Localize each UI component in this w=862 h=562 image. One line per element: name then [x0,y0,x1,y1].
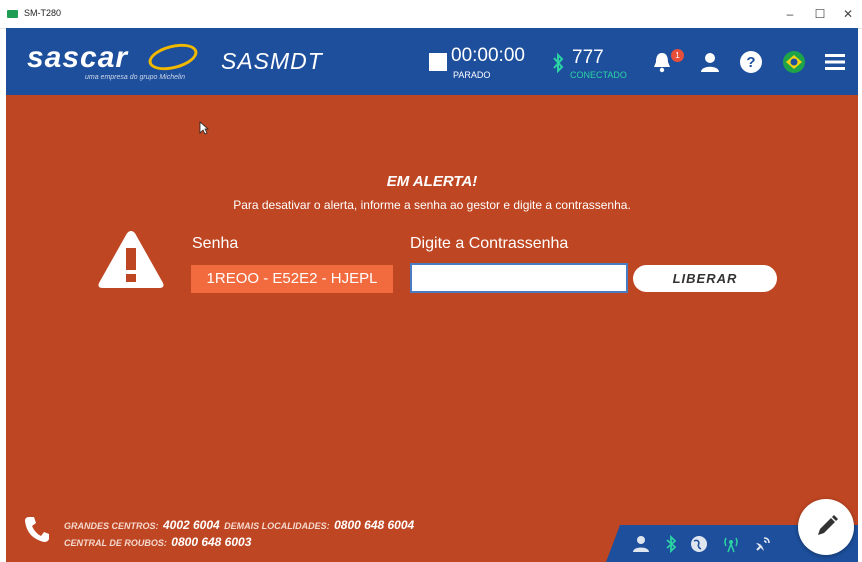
demais-localidades-label: DEMAIS LOCALIDADES: [224,521,330,531]
satellite-status-icon [756,537,770,551]
central-roubos-number: 0800 648 6003 [171,535,252,549]
mouse-cursor-icon [199,121,209,135]
grandes-centros-label: GRANDES CENTROS: [64,521,159,531]
window-title: SM-T280 [24,8,62,18]
connection-value: 777 [572,47,604,68]
timer-value: 00:00:00 [451,45,525,66]
contacts-info: GRANDES CENTROS: 4002 6004 DEMAIS LOCALI… [64,517,414,551]
alert-message: Para desativar o alerta, informe a senha… [233,198,631,212]
edit-fab-button[interactable] [798,499,854,555]
stop-timer-icon[interactable] [429,53,447,71]
contrassenha-label: Digite a Contrassenha [410,235,569,252]
warning-icon [98,231,164,288]
bluetooth-status-icon [666,535,677,553]
sascar-logo: sascar uma empresa do grupo Michelin [27,39,207,89]
logo-ring-icon [145,39,201,75]
app-window-icon [7,10,18,18]
alert-panel: EM ALERTA! Para desativar o alerta, info… [6,95,858,562]
phone-icon [25,517,49,542]
close-button[interactable]: ✕ [836,6,860,22]
window-title-bar: SM-T280 – ☐ ✕ [0,0,862,29]
user-icon[interactable] [698,50,722,74]
alert-title: EM ALERTA! [386,173,478,190]
contrassenha-input[interactable] [410,263,628,293]
logo-subtitle: uma empresa do grupo Michelin [85,74,185,81]
demais-localidades-number: 0800 648 6004 [334,518,415,532]
grandes-centros-number: 4002 6004 [162,518,220,532]
brazil-flag-icon[interactable] [782,50,806,74]
notification-badge: 1 [671,49,684,62]
antenna-status-icon [724,537,738,553]
globe-status-icon [691,536,707,552]
central-roubos-label: CENTRAL DE ROUBOS: [64,538,167,548]
svg-text:?: ? [746,54,755,71]
maximize-button[interactable]: ☐ [808,6,832,22]
app-name: SASMDT [221,48,323,74]
connection-status: CONECTADO [570,70,627,80]
senha-value: 1REOO - E52E2 - HJEPL [191,265,393,293]
menu-icon[interactable] [823,50,847,74]
app-header: sascar uma empresa do grupo Michelin SAS… [6,28,858,95]
bluetooth-icon [553,52,564,74]
user-status-icon [633,536,649,552]
liberar-button[interactable]: LIBERAR [633,265,777,292]
logo-text: sascar [27,41,129,74]
pencil-icon [818,515,838,535]
help-icon[interactable]: ? [739,50,763,74]
senha-label: Senha [192,235,239,252]
timer-status: PARADO [453,70,491,80]
minimize-button[interactable]: – [778,6,802,22]
